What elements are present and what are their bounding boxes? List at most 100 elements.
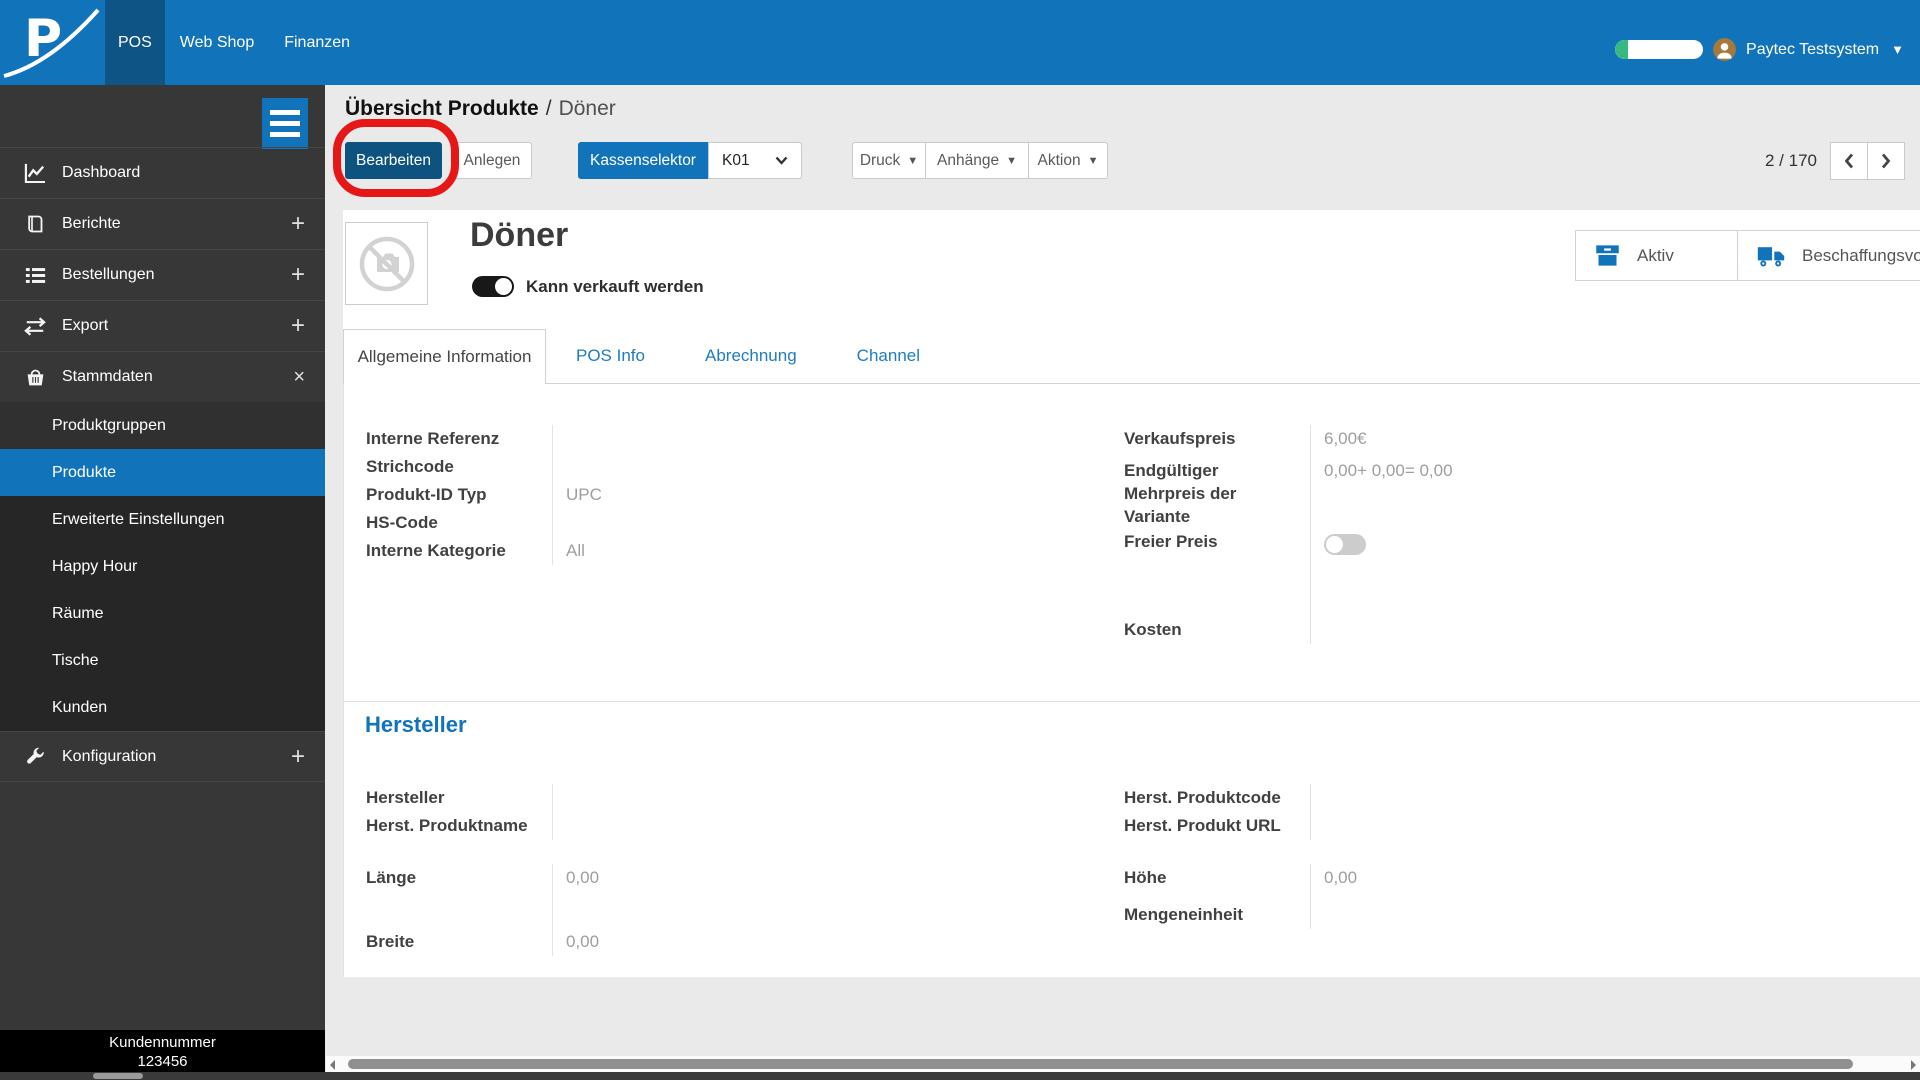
app-window: P POS Web Shop Finanzen Paytec Testsyste… <box>0 0 1920 1080</box>
field-value <box>566 812 722 840</box>
attachments-dropdown-button[interactable]: Anhänge ▼ <box>925 142 1029 179</box>
active-status-button[interactable]: Aktiv <box>1575 230 1738 281</box>
previous-record-button[interactable] <box>1830 141 1868 180</box>
next-record-button[interactable] <box>1867 141 1905 180</box>
field-label: Kosten <box>1124 620 1182 639</box>
customer-number-value: 123456 <box>137 1053 188 1070</box>
brand-logo[interactable]: P <box>0 0 105 85</box>
procurement-button[interactable]: Beschaffungsvorg <box>1737 230 1920 281</box>
create-button[interactable]: Anlegen <box>452 142 532 179</box>
field-value <box>1324 616 1480 644</box>
field-label: Interne Kategorie <box>366 541 506 560</box>
sidebar: Dashboard Berichte + Bestellungen + Expo… <box>0 85 325 1080</box>
expand-plus-icon[interactable]: + <box>291 212 305 236</box>
field-label: Herst. Produkt URL <box>1124 816 1281 835</box>
register-select[interactable]: K01 <box>708 142 802 179</box>
person-icon <box>1713 38 1737 61</box>
identity-field-group: Interne Referenz Strichcode Produkt-ID T… <box>366 425 722 565</box>
sidebar-item-label: Berichte <box>62 215 121 232</box>
caret-down-icon: ▼ <box>1087 154 1099 167</box>
horizontal-scrollbar[interactable] <box>326 1056 1920 1072</box>
field-label: Herst. Produktcode <box>1124 788 1281 807</box>
tab-allgemeine-information[interactable]: Allgemeine Information <box>343 329 546 384</box>
sidebar-item-bestellungen[interactable]: Bestellungen + <box>0 249 325 300</box>
action-dropdown-button[interactable]: Aktion ▼ <box>1028 142 1108 179</box>
chevron-right-icon <box>1881 153 1891 168</box>
print-dropdown-button[interactable]: Druck ▼ <box>852 142 926 179</box>
manufacturer-right-group: Herst. Produktcode Herst. Produkt URL <box>1124 784 1480 840</box>
field-value <box>1324 812 1480 840</box>
sellable-toggle[interactable] <box>472 276 514 297</box>
attachments-label: Anhänge <box>937 151 1000 169</box>
menu-toggle-button[interactable] <box>262 98 308 149</box>
sidebar-item-dashboard[interactable]: Dashboard <box>0 147 325 198</box>
sellable-row: Kann verkauft werden <box>472 276 704 297</box>
manufacturer-left-group: Hersteller Herst. Produktname <box>366 784 722 840</box>
register-select-value: K01 <box>722 151 750 169</box>
chevron-down-icon[interactable]: ▼ <box>1891 42 1904 57</box>
sidebar-item-erweiterte-einstellungen[interactable]: Erweiterte Einstellungen <box>0 496 325 543</box>
list-icon <box>24 266 46 285</box>
field-value: 0,00 <box>566 868 600 887</box>
section-divider <box>344 701 1920 702</box>
field-value: All <box>566 541 585 560</box>
field-value: 6,00€ <box>1324 429 1367 448</box>
free-price-toggle[interactable] <box>1324 534 1366 556</box>
book-icon <box>24 214 46 234</box>
scroll-right-arrow-icon[interactable] <box>1911 1060 1916 1070</box>
sidebar-item-produktgruppen[interactable]: Produktgruppen <box>0 402 325 449</box>
breadcrumb-separator: / <box>545 97 552 120</box>
sidebar-item-berichte[interactable]: Berichte + <box>0 198 325 249</box>
field-value <box>1324 901 1480 929</box>
register-selector-button[interactable]: Kassenselektor <box>578 142 708 179</box>
chevron-down-icon <box>775 156 788 165</box>
expand-plus-icon[interactable]: + <box>291 263 305 287</box>
procurement-label: Beschaffungsvorg <box>1802 245 1920 265</box>
sidebar-item-raeume[interactable]: Räume <box>0 590 325 637</box>
stammdaten-submenu: Produktgruppen Produkte Erweiterte Einst… <box>0 402 325 731</box>
sidebar-item-happy-hour[interactable]: Happy Hour <box>0 543 325 590</box>
record-position: 2 / 170 <box>1765 150 1817 170</box>
chevron-left-icon <box>1844 153 1854 168</box>
product-image-placeholder[interactable] <box>345 222 428 305</box>
field-label: Produkt-ID Typ <box>366 485 487 504</box>
main-content: Übersicht Produkte / Döner Bearbeiten Anle… <box>325 85 1920 1080</box>
product-tabs: Allgemeine Information POS Info Abrechnu… <box>343 329 1920 384</box>
truck-icon <box>1757 246 1785 266</box>
tab-pos-info[interactable]: POS Info <box>546 329 675 383</box>
expand-plus-icon[interactable]: + <box>291 744 305 769</box>
user-menu[interactable]: Paytec Testsystem <box>1746 41 1879 59</box>
nav-tab-finanzen[interactable]: Finanzen <box>269 0 365 85</box>
sidebar-item-tische[interactable]: Tische <box>0 637 325 684</box>
collapse-x-icon[interactable]: × <box>293 367 305 387</box>
sidebar-item-produkte[interactable]: Produkte <box>0 449 325 496</box>
general-info-card: Interne Referenz Strichcode Produkt-ID T… <box>343 383 1920 977</box>
usage-progress-bar <box>1615 40 1704 59</box>
basket-icon <box>24 367 46 387</box>
scrollbar-thumb[interactable] <box>348 1059 1853 1069</box>
main-nav: POS Web Shop Finanzen <box>105 0 365 85</box>
edit-button[interactable]: Bearbeiten <box>345 142 442 179</box>
expand-plus-icon[interactable]: + <box>291 314 305 338</box>
product-header: Döner Kann verkauft werden Aktiv Beschaf… <box>343 210 1920 329</box>
caret-down-icon: ▼ <box>1006 154 1017 167</box>
scroll-left-arrow-icon[interactable] <box>330 1060 335 1070</box>
sidebar-item-export[interactable]: Export + <box>0 300 325 351</box>
sidebar-item-kunden[interactable]: Kunden <box>0 684 325 731</box>
nav-tab-webshop[interactable]: Web Shop <box>165 0 269 85</box>
sidebar-item-label: Konfiguration <box>62 747 157 765</box>
nav-tab-pos[interactable]: POS <box>105 0 165 85</box>
tab-abrechnung[interactable]: Abrechnung <box>675 329 827 383</box>
breadcrumb-current: Döner <box>558 97 616 120</box>
sidebar-item-konfiguration[interactable]: Konfiguration + <box>0 731 325 782</box>
caret-down-icon: ▼ <box>907 154 919 167</box>
action-label: Aktion <box>1037 151 1081 169</box>
tab-channel[interactable]: Channel <box>827 329 950 383</box>
wrench-icon <box>24 747 46 767</box>
sidebar-item-stammdaten[interactable]: Stammdaten × <box>0 351 325 402</box>
field-label: Interne Referenz <box>366 429 500 448</box>
sellable-label: Kann verkauft werden <box>526 276 704 296</box>
brand-logo-icon: P <box>3 8 100 78</box>
user-avatar[interactable] <box>1713 38 1737 61</box>
breadcrumb-section[interactable]: Übersicht Produkte <box>345 97 539 120</box>
